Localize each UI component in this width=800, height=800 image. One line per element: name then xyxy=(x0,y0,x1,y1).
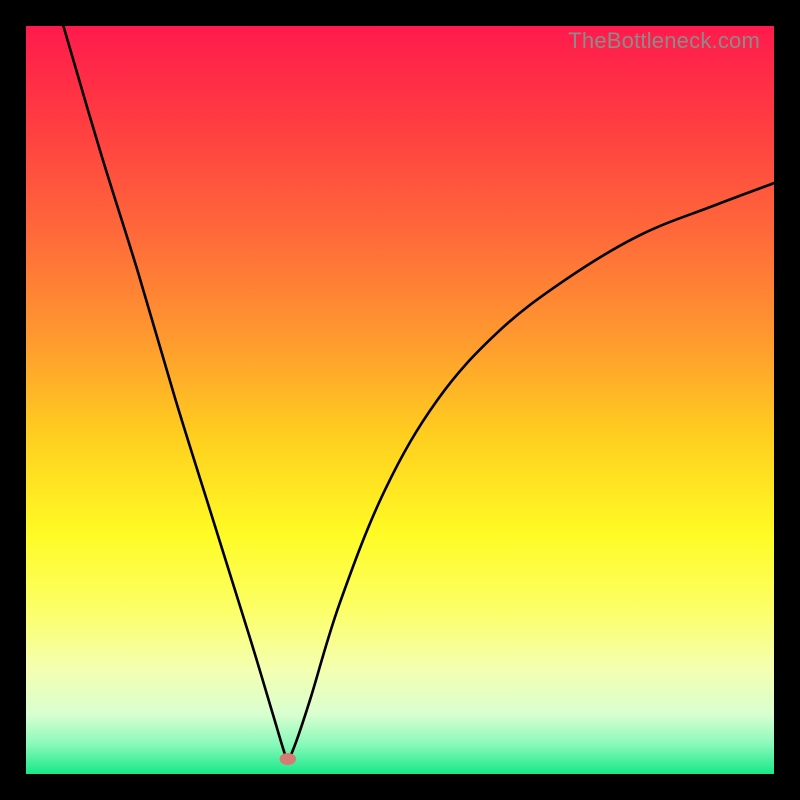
plot-area: TheBottleneck.com xyxy=(26,26,774,774)
chart-frame: TheBottleneck.com xyxy=(20,20,780,780)
watermark-text: TheBottleneck.com xyxy=(568,28,760,54)
bottleneck-curve xyxy=(26,26,774,774)
